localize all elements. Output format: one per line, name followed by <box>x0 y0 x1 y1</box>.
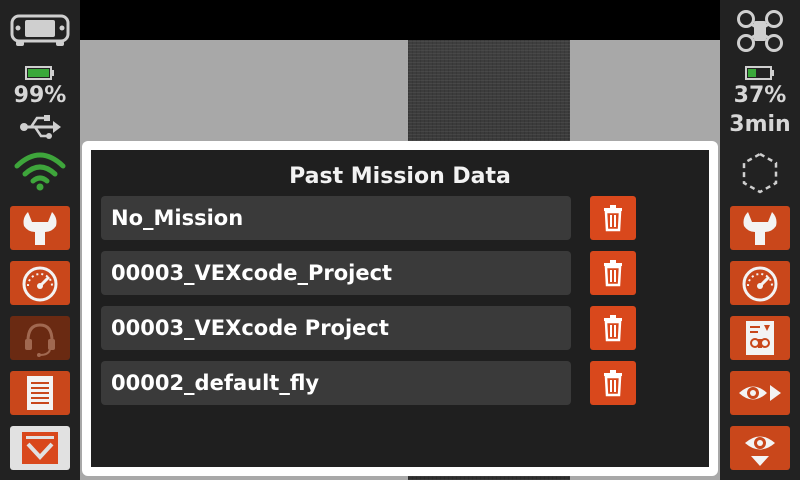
delete-mission-button[interactable] <box>590 251 636 295</box>
drone-info-button[interactable] <box>730 316 790 360</box>
drone-settings-button[interactable] <box>730 206 790 250</box>
mission-name: 00002_default_fly <box>111 371 320 395</box>
wifi-icon <box>14 152 66 191</box>
right-status-panel: 37% 3min <box>720 0 800 480</box>
downward-camera-button[interactable] <box>730 426 790 470</box>
support-button[interactable] <box>10 316 70 360</box>
drone-battery-label: 37% <box>733 83 787 108</box>
delete-mission-button[interactable] <box>590 306 636 350</box>
left-status-panel: 99% <box>0 0 80 480</box>
gauge-icon <box>22 266 58 302</box>
mission-row[interactable]: 00003_VEXcode_Project <box>101 251 571 295</box>
drone-battery-icon <box>745 66 774 80</box>
trash-icon <box>604 205 622 232</box>
delete-mission-button[interactable] <box>590 361 636 405</box>
trash-icon <box>604 260 622 287</box>
eye-forward-icon <box>739 385 781 401</box>
hexagon-status-icon <box>742 152 778 194</box>
headset-icon <box>25 323 55 357</box>
past-mission-dialog: Past Mission Data No_Mission 00003_VEXco… <box>82 141 718 476</box>
drone-info-card-icon <box>746 321 774 355</box>
settings-button[interactable] <box>10 206 70 250</box>
usb-icon <box>20 115 61 139</box>
download-tray-icon <box>22 432 58 464</box>
gauge-icon <box>742 266 778 302</box>
mission-row[interactable]: 00003_VEXcode Project <box>101 306 571 350</box>
wrench-icon <box>743 212 777 245</box>
mission-data-button[interactable] <box>10 426 70 470</box>
controller-icon <box>10 14 70 46</box>
trash-icon <box>604 315 622 342</box>
drone-icon <box>737 10 783 52</box>
eye-down-icon <box>745 436 775 466</box>
delete-mission-button[interactable] <box>590 196 636 240</box>
mission-row[interactable]: No_Mission <box>101 196 571 240</box>
trash-icon <box>604 370 622 397</box>
document-icon <box>27 376 53 410</box>
mission-name: No_Mission <box>111 206 244 230</box>
mission-name: 00003_VEXcode Project <box>111 316 389 340</box>
dashboard-button[interactable] <box>10 261 70 305</box>
dialog-title: Past Mission Data <box>289 164 511 189</box>
wrench-icon <box>23 212 57 245</box>
forward-camera-button[interactable] <box>730 371 790 415</box>
mission-row[interactable]: 00002_default_fly <box>101 361 571 405</box>
flight-time-label: 3min <box>729 112 791 137</box>
mission-name: 00003_VEXcode_Project <box>111 261 393 285</box>
drone-dashboard-button[interactable] <box>730 261 790 305</box>
dialog-body: Past Mission Data No_Mission 00003_VEXco… <box>91 150 709 467</box>
log-button[interactable] <box>10 371 70 415</box>
controller-battery-label: 99% <box>13 83 67 108</box>
controller-battery-icon <box>25 66 54 80</box>
